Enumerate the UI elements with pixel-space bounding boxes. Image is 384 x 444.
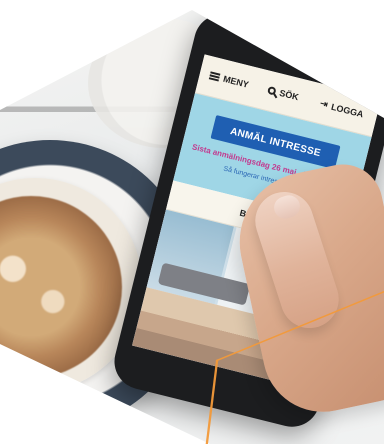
login-icon: ⇥ — [319, 97, 329, 110]
menu-label: MENY — [222, 73, 250, 90]
search-icon — [266, 85, 277, 96]
login-label: LOGGA — [330, 101, 365, 119]
search-label: SÖK — [278, 87, 300, 103]
menu-icon — [209, 71, 221, 81]
login-button[interactable]: ⇥ LOGGA — [319, 98, 365, 119]
menu-button[interactable]: MENY — [209, 70, 250, 90]
search-button[interactable]: SÖK — [266, 85, 300, 103]
phone-speaker — [282, 43, 323, 59]
